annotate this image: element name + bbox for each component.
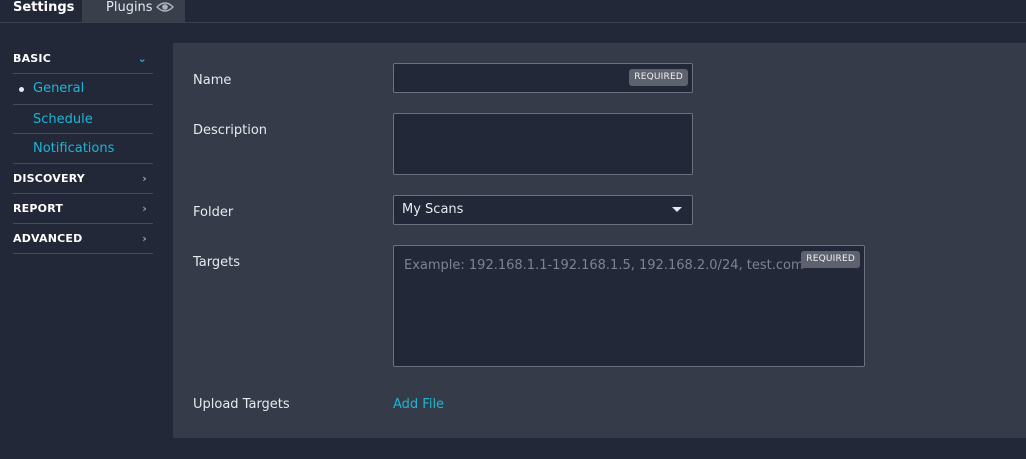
- chevron-right-icon[interactable]: ›: [142, 224, 147, 254]
- folder-select[interactable]: My Scans: [393, 195, 693, 225]
- upload-targets-label: Upload Targets: [193, 397, 290, 412]
- name-label: Name: [193, 73, 232, 88]
- required-badge: REQUIRED: [801, 251, 860, 268]
- description-label: Description: [193, 123, 268, 138]
- sidebar-section-discovery[interactable]: DISCOVERY ›: [13, 164, 153, 194]
- chevron-down-icon[interactable]: ⌄: [138, 44, 147, 74]
- sidebar-section-basic[interactable]: BASIC ⌄: [13, 44, 153, 74]
- description-field[interactable]: [393, 113, 693, 175]
- targets-placeholder: Example: 192.168.1.1-192.168.1.5, 192.16…: [404, 258, 804, 273]
- required-badge: REQUIRED: [629, 69, 688, 86]
- chevron-right-icon[interactable]: ›: [142, 194, 147, 224]
- sidebar-section-report[interactable]: REPORT ›: [13, 194, 153, 224]
- sidebar-item-label: General: [33, 81, 85, 96]
- sidebar-item-notifications[interactable]: Notifications: [13, 134, 153, 164]
- name-field[interactable]: REQUIRED: [393, 63, 693, 93]
- sidebar-section-basic-label: BASIC: [13, 52, 51, 65]
- top-tabs: Settings Plugins: [0, 0, 1026, 23]
- add-file-link[interactable]: Add File: [393, 397, 444, 412]
- sidebar-section-label: DISCOVERY: [13, 172, 85, 185]
- tab-settings[interactable]: Settings: [0, 0, 82, 22]
- sidebar-section-label: ADVANCED: [13, 232, 83, 245]
- sidebar-item-label: Notifications: [33, 141, 115, 156]
- tab-settings-label: Settings: [13, 0, 75, 15]
- tab-plugins-label: Plugins: [106, 0, 153, 15]
- targets-label: Targets: [193, 255, 240, 270]
- sidebar-item-label: Schedule: [33, 112, 93, 127]
- targets-field[interactable]: Example: 192.168.1.1-192.168.1.5, 192.16…: [393, 245, 865, 367]
- sidebar-item-schedule[interactable]: Schedule: [13, 104, 153, 134]
- eye-icon[interactable]: [156, 0, 174, 19]
- folder-selected-value: My Scans: [402, 202, 464, 217]
- active-bullet-icon: [19, 87, 24, 92]
- caret-down-icon: [672, 207, 682, 212]
- sidebar: BASIC ⌄ General Schedule Notifications D…: [13, 44, 153, 254]
- tab-plugins[interactable]: Plugins: [82, 0, 185, 22]
- folder-label: Folder: [193, 205, 234, 220]
- sidebar-section-advanced[interactable]: ADVANCED ›: [13, 224, 153, 254]
- settings-form-panel: Name REQUIRED Description Folder My Scan…: [173, 43, 1026, 438]
- sidebar-section-label: REPORT: [13, 202, 64, 215]
- chevron-right-icon[interactable]: ›: [142, 164, 147, 194]
- sidebar-item-general[interactable]: General: [13, 74, 153, 104]
